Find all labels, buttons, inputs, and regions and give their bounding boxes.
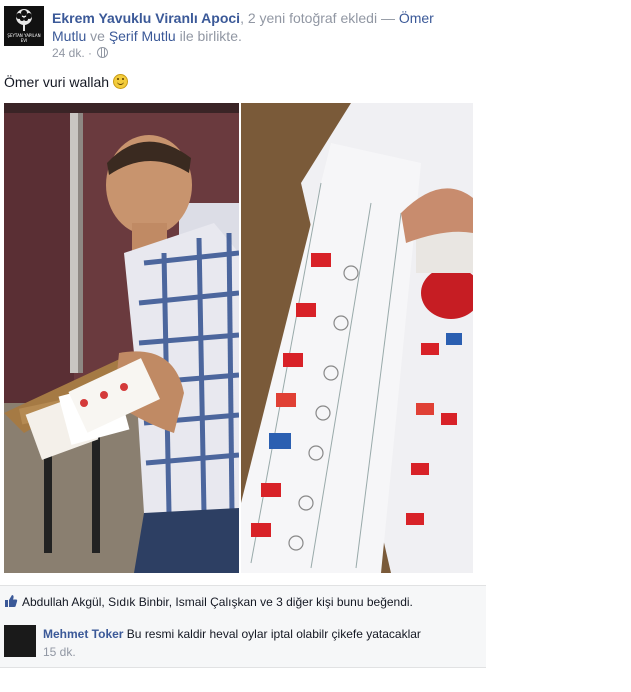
post-header: Ekrem Yavuklu Viranlı Apoci, 2 yeni foto… xyxy=(52,9,462,45)
comment-body: Mehmet Toker Bu resmi kaldir heval oylar… xyxy=(43,626,483,642)
likes-bar: Abdullah Akgül, Sıdık Binbir, Ismail Çal… xyxy=(0,585,486,618)
action-verb: ekledi — xyxy=(340,10,399,26)
tree-logo-icon xyxy=(16,9,32,31)
avatar-caption: ŞEYTAN YAPILAN EVI xyxy=(7,33,41,43)
thumbs-up-icon[interactable] xyxy=(4,594,18,608)
comment-timestamp[interactable]: 15 dk. xyxy=(43,645,76,659)
commenter-name-link[interactable]: Mehmet Toker xyxy=(43,627,123,641)
post-photo-1[interactable] xyxy=(4,103,239,573)
author-name-link[interactable]: Ekrem Yavuklu Viranlı Apoci xyxy=(52,10,240,26)
tag-joiner: ve xyxy=(86,28,109,44)
comment-item: Mehmet Toker Bu resmi kaldir heval oylar… xyxy=(0,617,486,668)
post-photo-2[interactable] xyxy=(241,103,473,573)
facebook-post: ŞEYTAN YAPILAN EVI Ekrem Yavuklu Viranlı… xyxy=(0,0,486,692)
globe-icon[interactable] xyxy=(97,47,109,58)
tagged-user-2-link[interactable]: Şerif Mutlu xyxy=(109,28,176,44)
post-timestamp-link[interactable]: 24 dk. · xyxy=(52,46,95,60)
post-meta: 24 dk. · xyxy=(52,46,109,60)
author-avatar[interactable]: ŞEYTAN YAPILAN EVI xyxy=(4,6,44,46)
commenter-avatar[interactable] xyxy=(4,625,36,657)
tag-suffix: ile birlikte. xyxy=(175,28,242,44)
comment-text: Bu resmi kaldir heval oylar iptal olabil… xyxy=(123,627,421,641)
likes-text[interactable]: Abdullah Akgül, Sıdık Binbir, Ismail Çal… xyxy=(22,595,413,609)
smile-emoji-icon xyxy=(112,74,128,89)
action-prefix: , 2 yeni fotoğraf xyxy=(240,10,341,26)
message-text: Ömer vuri wallah xyxy=(4,74,113,90)
post-message: Ömer vuri wallah xyxy=(4,74,128,90)
